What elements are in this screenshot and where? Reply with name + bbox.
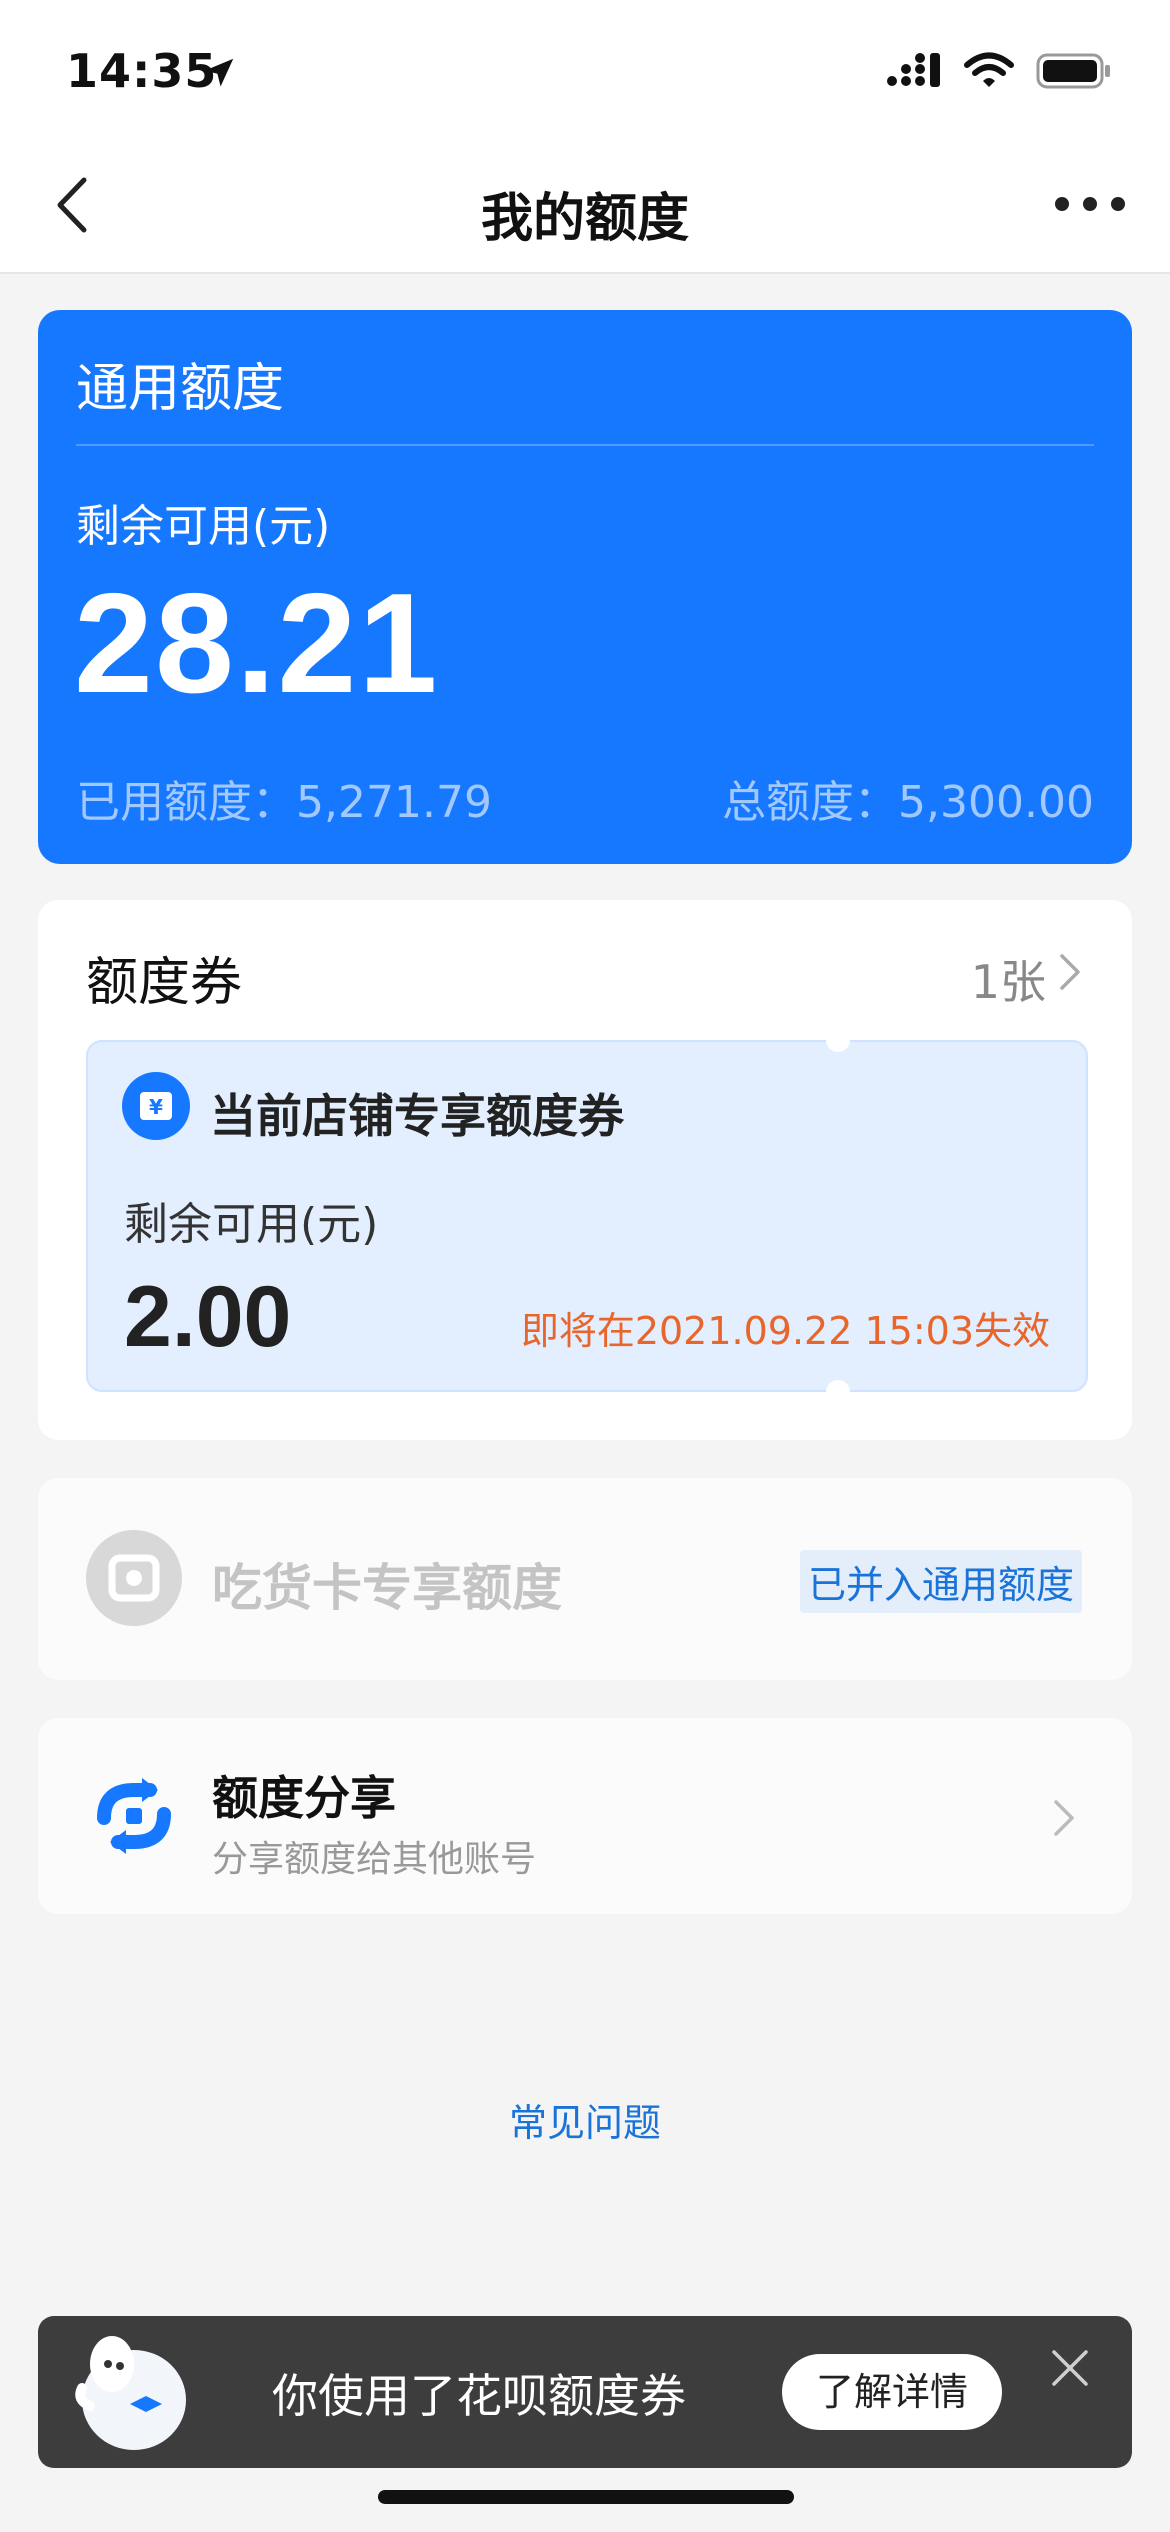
- coupon-remaining-label: 剩余可用(元): [124, 1199, 379, 1250]
- battery-icon: [1036, 53, 1110, 89]
- coupon-amount: 2.00: [124, 1269, 292, 1365]
- remaining-amount: 28.21: [74, 564, 440, 723]
- divider: [76, 444, 1094, 446]
- quota-share-title: 额度分享: [212, 1771, 396, 1825]
- used-quota: 已用额度：5,271.79: [76, 777, 492, 828]
- remaining-label: 剩余可用(元): [76, 501, 331, 552]
- chevron-right-icon[interactable]: [1052, 950, 1088, 994]
- total-quota: 总额度：5,300.00: [722, 777, 1094, 828]
- faq-link[interactable]: 常见问题: [0, 2092, 1170, 2147]
- status-bar: 14:35: [0, 0, 1170, 140]
- foodie-card-row: 吃货卡专享额度 已并入通用额度: [38, 1478, 1132, 1680]
- quota-share-row[interactable]: 额度分享 分享额度给其他账号: [38, 1718, 1132, 1914]
- foodie-card-name: 吃货卡专享额度: [212, 1559, 562, 1617]
- learn-more-button[interactable]: 了解详情: [782, 2354, 1002, 2430]
- coupon-section: 额度券 1张 ¥ 当前店铺专享额度券 剩余可用(元) 2.00 即将在2021.…: [38, 900, 1132, 1440]
- yen-ticket-icon: ¥: [122, 1072, 190, 1140]
- status-icons: [886, 52, 1112, 90]
- general-quota-card: 通用额度 剩余可用(元) 28.21 已用额度：5,271.79 总额度：5,3…: [38, 310, 1132, 864]
- coupon-count[interactable]: 1张: [971, 946, 1046, 1012]
- more-dots-icon[interactable]: [1050, 184, 1130, 224]
- wifi-icon: [964, 52, 1014, 87]
- mascot-icon: [75, 2336, 186, 2450]
- status-time: 14:35: [66, 44, 218, 98]
- home-indicator: [378, 2490, 794, 2504]
- merged-status-badge: 已并入通用额度: [799, 1550, 1082, 1613]
- coupon-notch: [826, 1380, 850, 1404]
- quota-share-subtitle: 分享额度给其他账号: [212, 1839, 537, 1880]
- coupon-section-title: 额度券: [86, 953, 243, 1013]
- page-title: 我的额度: [480, 189, 689, 249]
- general-quota-title: 通用额度: [76, 359, 285, 419]
- coupon-notch: [826, 1028, 850, 1052]
- promo-banner: 你使用了花呗额度券 了解详情: [38, 2316, 1132, 2468]
- nav-bar: 我的额度: [0, 140, 1170, 274]
- coupon-expire-text: 即将在2021.09.22 15:03失效: [520, 1309, 1050, 1353]
- foodie-card-icon: [86, 1530, 182, 1626]
- chevron-right-icon[interactable]: [1046, 1794, 1082, 1842]
- location-arrow-icon: [204, 58, 234, 87]
- coupon-item[interactable]: ¥ 当前店铺专享额度券 剩余可用(元) 2.00 即将在2021.09.22 1…: [86, 1028, 1088, 1404]
- svg-text:¥: ¥: [149, 1095, 163, 1119]
- cellular-signal-icon: [887, 53, 940, 87]
- banner-text: 你使用了花呗额度券: [272, 2369, 686, 2423]
- coupon-name: 当前店铺专享额度券: [210, 1089, 624, 1143]
- share-exchange-icon: [97, 1778, 171, 1854]
- close-icon[interactable]: [1048, 2346, 1092, 2390]
